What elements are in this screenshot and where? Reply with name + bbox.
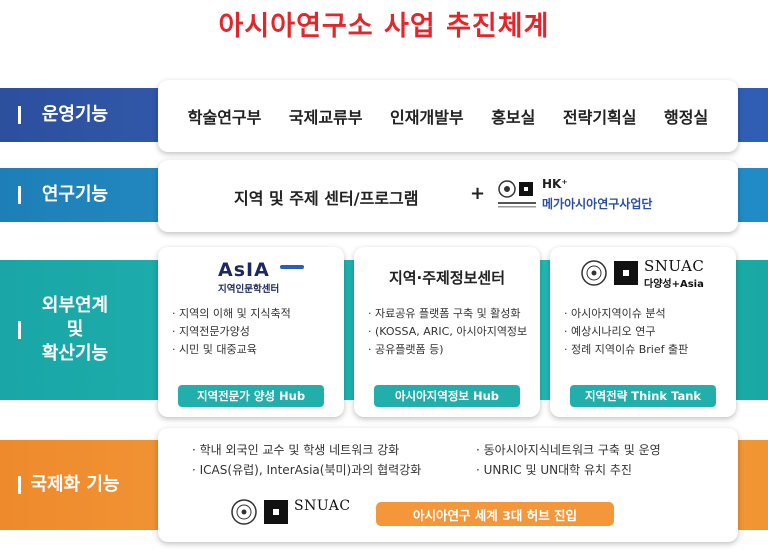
asia-logo-dash-icon <box>280 265 304 269</box>
asia-center-card: AsIA 지역인문학센터 지역의 이해 및 지식축적 지역전문가양성 시민 및 … <box>158 247 344 417</box>
snuac-emblem-icon <box>498 180 536 208</box>
snuac-square-icon <box>264 500 288 524</box>
list-item: 학내 외국인 교수 및 학생 네트워크 강화 <box>192 440 421 460</box>
list-item: (KOSSA, ARIC, 아시아지역정보 <box>368 323 527 341</box>
goal-badge: 아시아연구 세계 3대 허브 진입 <box>376 502 614 526</box>
think-tank-bullets: 아시아지역이슈 분석 예상시나리오 연구 정례 지역이슈 Brief 출판 <box>564 305 688 359</box>
list-item: 자료공유 플랫폼 구축 및 활성화 <box>368 305 527 323</box>
program-text: 지역 및 주제 센터/프로그램 <box>234 189 419 208</box>
hk-title: HK⁺ <box>542 177 568 191</box>
snuac-word: SNUAC <box>644 257 705 275</box>
hk-name: 메가아시아연구사업단 <box>542 197 653 211</box>
list-item: 공유플랫폼 등) <box>368 341 527 359</box>
asia-logo: AsIA 지역인문학센터 <box>218 259 338 295</box>
research-label: 연구기능 <box>41 183 109 205</box>
asia-bullets: 지역의 이해 및 지식축적 지역전문가양성 시민 및 대중교육 <box>172 305 291 359</box>
list-item-cont: 공유플랫폼 등) <box>375 343 444 356</box>
list-item-cont: (KOSSA, ARIC, 아시아지역정보 <box>375 325 528 338</box>
list-item: 지역전문가양성 <box>172 323 291 341</box>
unit-academic: 학술연구부 <box>187 108 262 127</box>
think-tank-badge: 지역전략 Think Tank <box>570 385 716 407</box>
list-item: 시민 및 대중교육 <box>172 341 291 359</box>
international-left-list: 학내 외국인 교수 및 학생 네트워크 강화 ICAS(유럽), InterAs… <box>192 440 422 480</box>
outreach-label-line3: 확산기능 <box>41 343 109 365</box>
list-item: 아시아지역이슈 분석 <box>564 305 688 323</box>
outreach-label-line1: 외부연계 <box>41 294 109 316</box>
operation-card: 학술연구부 국제교류부 인재개발부 홍보실 전략기획실 행정실 <box>158 80 738 152</box>
info-hub-badge: 아시아지역정보 Hub <box>374 385 520 407</box>
snuac-word: SNUAC <box>294 498 351 514</box>
unit-pr: 홍보실 <box>491 108 536 127</box>
asia-hub-badge: 지역전문가 양성 Hub <box>178 385 324 407</box>
operation-label: 운영기능 <box>41 103 109 125</box>
list-item: UNRIC 및 UN대학 유치 추진 <box>476 460 661 480</box>
unit-admin: 행정실 <box>664 108 709 127</box>
hk-logo-group: HK⁺ 메가아시아연구사업단 <box>498 177 688 217</box>
list-item: ICAS(유럽), InterAsia(북미)과의 협력강화 <box>192 460 422 480</box>
unit-international: 국제교류부 <box>288 108 363 127</box>
think-tank-card: SNUAC 다양성+Asia 아시아지역이슈 분석 예상시나리오 연구 정례 지… <box>550 247 736 417</box>
asia-logo-sub: 지역인문학센터 <box>218 284 280 295</box>
unit-strategy: 전략기획실 <box>562 108 637 127</box>
snuac-square-icon <box>614 261 638 285</box>
info-bullets: 자료공유 플랫폼 구축 및 활성화 (KOSSA, ARIC, 아시아지역정보 … <box>368 305 527 359</box>
international-right-list: 동아시아지식네트워크 구축 및 운영 UNRIC 및 UN대학 유치 추진 <box>476 440 661 480</box>
unit-talent: 인재개발부 <box>390 108 464 127</box>
outreach-label: 외부연계 및 확산기능 <box>0 260 150 400</box>
research-card: 지역 및 주제 센터/프로그램 + HK⁺ 메가아시아연구사업단 <box>158 160 738 232</box>
snuac-diversity-logo: SNUAC 다양성+Asia <box>580 257 720 295</box>
list-item: 예상시나리오 연구 <box>564 323 688 341</box>
plus-sign: + <box>470 183 486 204</box>
asia-logo-word: AsIA <box>218 259 270 281</box>
snu-seal-icon <box>581 260 607 286</box>
list-item: 정례 지역이슈 Brief 출판 <box>564 341 688 359</box>
list-item: 지역의 이해 및 지식축적 <box>172 305 291 323</box>
info-center-heading: 지역·주제정보센터 <box>388 269 506 287</box>
info-center-card: 지역·주제정보센터 자료공유 플랫폼 구축 및 활성화 (KOSSA, ARIC… <box>354 247 540 417</box>
outreach-label-line2: 및 <box>66 318 84 340</box>
snuac-sub: 다양성+Asia <box>644 279 704 290</box>
list-item: 동아시아지식네트워크 구축 및 운영 <box>476 440 661 460</box>
snuac-logo: SNUAC <box>230 496 370 532</box>
page-title: 아시아연구소 사업 추진체계 <box>218 11 550 42</box>
snu-seal-icon <box>231 499 257 525</box>
international-label: 국제화 기능 <box>30 473 120 495</box>
international-card: 학내 외국인 교수 및 학생 네트워크 강화 ICAS(유럽), InterAs… <box>158 428 738 542</box>
